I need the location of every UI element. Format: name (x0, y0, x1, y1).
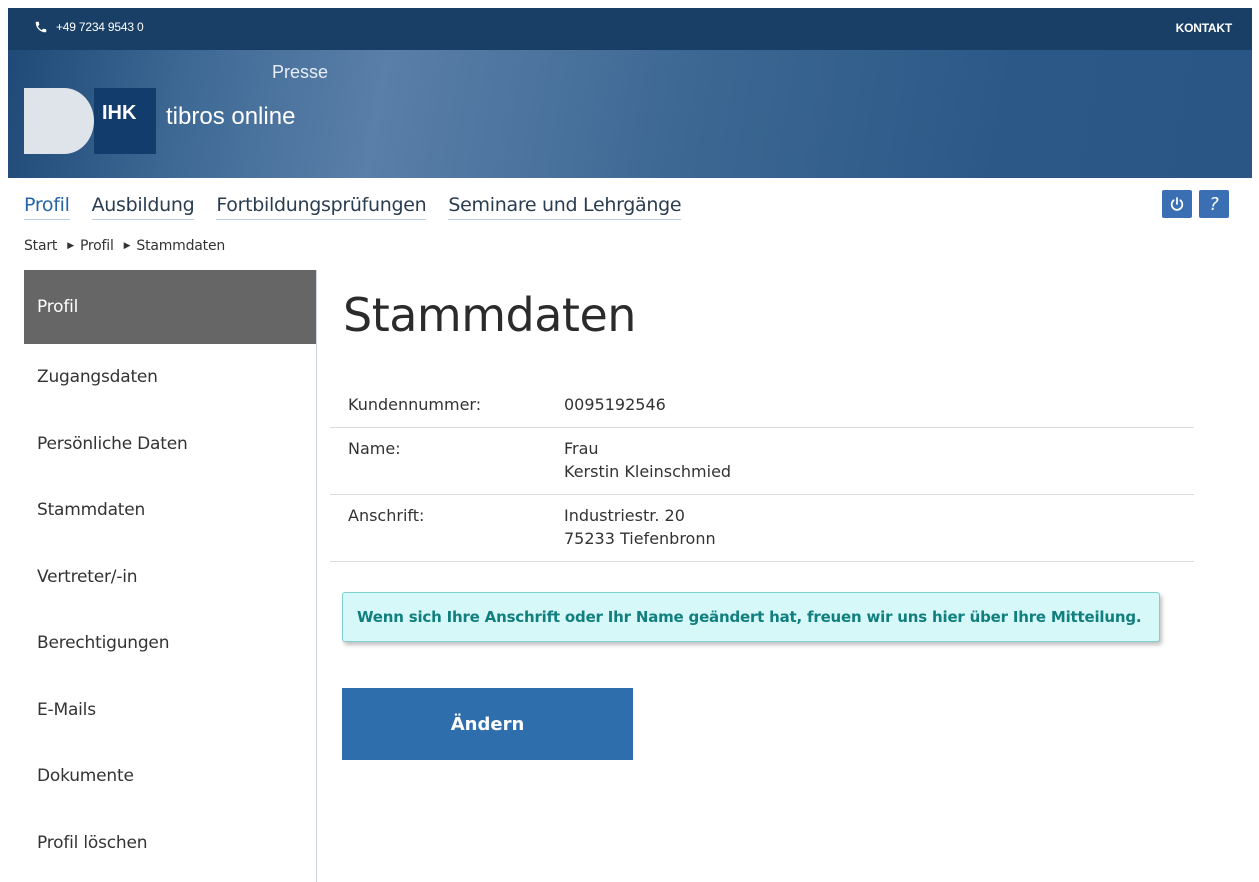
city-value: 75233 Tiefenbronn (564, 529, 716, 548)
row-label: Name: (348, 439, 401, 458)
page-title: Stammdaten (343, 288, 636, 342)
breadcrumb: Start ▶ Profil ▶ Stammdaten (24, 238, 225, 254)
sidebar-item-profil[interactable]: Profil (24, 270, 316, 344)
help-button[interactable]: ? (1199, 190, 1229, 218)
breadcrumb-arrow-icon: ▶ (123, 241, 131, 251)
breadcrumb-start[interactable]: Start (24, 238, 57, 254)
info-message: Wenn sich Ihre Anschrift oder Ihr Name g… (342, 592, 1160, 642)
row-value: Industriestr. 20 75233 Tiefenbronn (564, 504, 716, 550)
nav-item-profil[interactable]: Profil (24, 194, 70, 220)
logo-shape (24, 88, 94, 154)
help-icon: ? (1209, 193, 1219, 215)
row-label: Anschrift: (348, 506, 425, 525)
row-label: Kundennummer: (348, 395, 482, 414)
table-row-name: Name: Frau Kerstin Kleinschmied (330, 428, 1194, 495)
logo-text: IHK (102, 102, 137, 124)
power-icon (1170, 197, 1184, 211)
phone-contact[interactable]: +49 7234 9543 0 (34, 20, 144, 34)
top-bar: +49 7234 9543 0 KONTAKT (8, 8, 1252, 50)
table-row-anschrift: Anschrift: Industriestr. 20 75233 Tiefen… (330, 495, 1194, 562)
name-value: Kerstin Kleinschmied (564, 462, 732, 481)
breadcrumb-profil[interactable]: Profil (80, 238, 114, 254)
phone-icon (35, 21, 47, 33)
sidebar-item-stammdaten[interactable]: Stammdaten (24, 477, 316, 544)
main-nav: Profil Ausbildung Fortbildungsprüfungen … (24, 194, 703, 220)
nav-item-seminare[interactable]: Seminare und Lehrgänge (448, 194, 682, 220)
ihk-logo[interactable]: IHK (24, 88, 156, 154)
brand-title: tibros online (166, 103, 296, 130)
row-value: Frau Kerstin Kleinschmied (564, 437, 731, 483)
sidebar-item-vertreter[interactable]: Vertreter/-in (24, 544, 316, 611)
logout-button[interactable] (1162, 190, 1192, 218)
kundennummer-value: 0095192546 (564, 395, 666, 414)
anrede-value: Frau (564, 439, 599, 458)
table-row-kundennummer: Kundennummer: 0095192546 (330, 384, 1194, 428)
nav-item-ausbildung[interactable]: Ausbildung (91, 194, 195, 220)
phone-number[interactable]: +49 7234 9543 0 (56, 20, 144, 34)
sidebar-item-emails[interactable]: E-Mails (24, 677, 316, 744)
header-banner: Presse IHK tibros online (8, 50, 1252, 178)
logo-badge: IHK (94, 88, 156, 154)
breadcrumb-arrow-icon: ▶ (67, 241, 74, 251)
row-value: 0095192546 (564, 393, 666, 416)
kontakt-link[interactable]: KONTAKT (1176, 21, 1233, 35)
nav-item-fortbildungspruefungen[interactable]: Fortbildungsprüfungen (216, 194, 427, 220)
breadcrumb-stammdaten: Stammdaten (136, 238, 226, 254)
sidebar-item-berechtigungen[interactable]: Berechtigungen (24, 610, 316, 677)
aendern-button[interactable]: Ändern (342, 688, 633, 760)
presse-link[interactable]: Presse (272, 62, 328, 83)
sidebar-item-profil-loeschen[interactable]: Profil löschen (24, 810, 316, 877)
sidebar: Profil Zugangsdaten Persönliche Daten St… (24, 270, 317, 882)
stammdaten-table: Kundennummer: 0095192546 Name: Frau Kers… (330, 384, 1194, 562)
street-value: Industriestr. 20 (564, 506, 685, 525)
sidebar-item-persoenliche-daten[interactable]: Persönliche Daten (24, 411, 316, 478)
sidebar-item-dokumente[interactable]: Dokumente (24, 743, 316, 810)
sidebar-item-zugangsdaten[interactable]: Zugangsdaten (24, 344, 316, 411)
